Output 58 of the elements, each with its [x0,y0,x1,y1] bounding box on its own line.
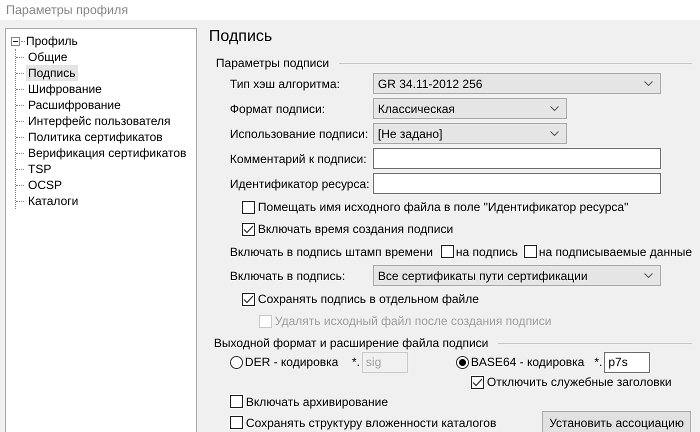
field-label: Использование подписи: [230,126,370,140]
chevron-down-icon [644,273,653,278]
checkbox-label: Сохранять подпись в отдельном файле [258,292,479,306]
checkbox[interactable] [242,292,255,306]
tree-item[interactable]: Общие [26,49,70,65]
checkbox-label: Удалять исходный файл после создания подписи [274,314,552,328]
checkbox-label: Включать архивирование [246,394,388,408]
tree-item[interactable]: Политика сертификатов [26,129,165,145]
extension-prefix: *. [594,355,604,369]
checkbox[interactable] [470,376,484,388]
tree-item[interactable]: Интерфейс пользователя [26,113,173,129]
checkbox-label: Помещать имя исходного файла в поле "Идентификатор ресурса" [258,200,628,214]
field-label: Включать в подпись: [230,268,346,282]
checkbox-label: на подписываемые данные [538,244,692,258]
radio-button[interactable] [230,356,243,368]
chevron-down-icon [550,106,559,111]
section-title: Выходной формат и расширение файла подписи [214,336,488,350]
checkbox-label: Отключить служебные заголовки [486,375,672,389]
checkbox[interactable] [524,245,537,258]
input-field[interactable] [372,148,661,169]
radio-button[interactable] [456,356,469,368]
tree-item[interactable]: TSP [26,161,54,177]
checkbox[interactable] [242,200,255,214]
checkbox[interactable] [242,222,255,236]
tree-item[interactable]: Подпись [26,65,78,81]
extension-prefix: *. [352,355,361,369]
checkbox[interactable] [230,395,243,408]
checkbox-label: Включать время создания подписи [258,222,454,236]
field-label: Комментарий к подписи: [230,152,368,166]
field-label: Идентификатор ресурса: [230,176,370,190]
field-label: Формат подписи: [230,102,326,116]
tree-item[interactable]: Шифрование [26,81,104,97]
input-field[interactable] [372,173,661,194]
checkbox[interactable] [230,416,243,429]
section-title: Параметры подписи [216,56,330,70]
checkbox-label: Сохранять структуру вложенности каталогов [246,416,496,430]
set-association-button[interactable]: Установить ассоциацию [542,411,691,432]
checkbox[interactable] [440,245,454,258]
dropdown[interactable]: GR 34.11-2012 256 [372,73,661,94]
tree-item[interactable]: Верификация сертификатов [26,145,188,161]
dropdown[interactable]: [Не задано] [372,123,567,144]
chevron-down-icon [550,131,559,136]
tree-item[interactable]: Каталоги [26,193,80,209]
radio-label: BASE64 - кодировка [470,355,584,369]
tree-item[interactable]: Расшифрование [26,97,123,113]
radio-label: DER - кодировка [244,355,340,369]
field-label: Тип хэш алгоритма: [230,76,341,90]
chevron-down-icon [644,81,653,86]
window-title: Параметры профиля [6,3,128,17]
extension-field[interactable]: p7s [604,352,650,372]
tree-item[interactable]: OCSP [26,177,64,193]
tree-item[interactable]: Профиль [26,34,78,48]
page-heading: Подпись [208,27,274,47]
dropdown[interactable]: Классическая [372,98,567,119]
dropdown[interactable]: Все сертификаты пути сертификации [372,265,661,286]
collapse-icon[interactable] [11,36,20,46]
option-label: Включать в подпись штамп времени [230,244,433,258]
checkbox-label: на подпись [456,244,518,258]
